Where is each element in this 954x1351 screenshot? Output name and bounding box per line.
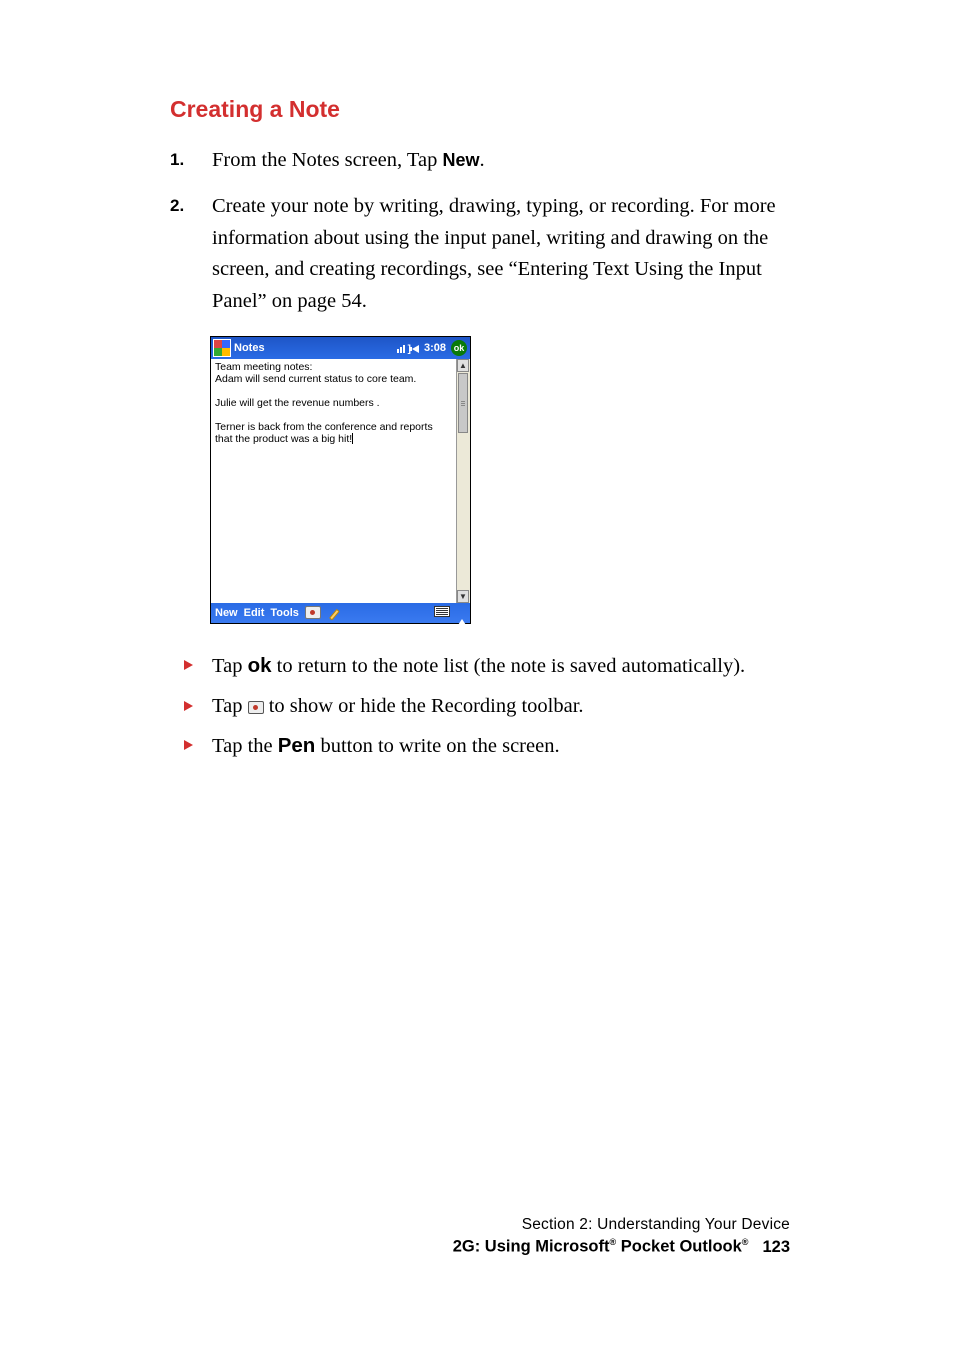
text: to return to the note list (the note is … — [272, 655, 746, 677]
signal-icon[interactable] — [397, 343, 407, 353]
footer-section: Section 2: Understanding Your Device — [170, 1216, 790, 1234]
bullet-icon — [184, 740, 193, 750]
bold: ok — [248, 654, 272, 677]
text: Tap the — [212, 735, 278, 757]
text: Tap — [212, 695, 248, 717]
scroll-thumb[interactable] — [458, 373, 468, 433]
app-title: Notes — [234, 342, 265, 354]
bullet-icon — [184, 660, 193, 670]
scroll-down-icon[interactable]: ▼ — [457, 590, 469, 603]
pocketpc-toolbar: New Edit Tools — [211, 603, 470, 623]
step-2: 2. Create your note by writing, drawing,… — [170, 191, 790, 318]
footer-chapter: 2G: Using Microsoft® Pocket Outlook®123 — [170, 1237, 790, 1257]
scroll-up-icon[interactable]: ▲ — [457, 359, 469, 372]
keyboard-toggle-arrow-icon[interactable] — [454, 607, 468, 619]
keyboard-icon[interactable] — [432, 606, 452, 620]
toolbar-new[interactable]: New — [213, 607, 240, 619]
speaker-icon[interactable] — [412, 345, 419, 353]
embedded-screenshot: Notes 3:08 ok Team meeting notes: Adam w… — [210, 336, 471, 624]
toolbar-tools[interactable]: Tools — [268, 607, 301, 619]
step-number: 2. — [170, 193, 184, 219]
section-heading: Creating a Note — [170, 96, 790, 123]
recording-icon — [248, 701, 264, 714]
tips-list: Tap ok to return to the note list (the n… — [170, 650, 790, 763]
bold: New — [442, 150, 479, 170]
page-number: 123 — [762, 1238, 790, 1256]
note-body[interactable]: Team meeting notes: Adam will send curre… — [211, 359, 470, 603]
step-1: 1. From the Notes screen, Tap New. — [170, 145, 790, 177]
page-footer: Section 2: Understanding Your Device 2G:… — [170, 1216, 790, 1257]
ok-button[interactable]: ok — [451, 340, 467, 356]
pen-icon[interactable] — [325, 604, 343, 621]
step-number: 1. — [170, 147, 184, 173]
steps-list: 1. From the Notes screen, Tap New. 2. Cr… — [170, 145, 790, 318]
text-cursor — [352, 433, 353, 444]
start-flag-icon[interactable] — [213, 339, 231, 357]
tip-pen: Tap the Pen button to write on the scree… — [170, 730, 790, 763]
note-text[interactable]: Team meeting notes: Adam will send curre… — [215, 361, 451, 445]
page-content: Creating a Note 1. From the Notes screen… — [170, 96, 790, 771]
toolbar-edit[interactable]: Edit — [242, 607, 267, 619]
pocketpc-window: Notes 3:08 ok Team meeting notes: Adam w… — [210, 336, 471, 624]
tip-recording: Tap to show or hide the Recording toolba… — [170, 691, 790, 723]
bullet-icon — [184, 701, 193, 711]
scrollbar[interactable]: ▲ ▼ — [456, 359, 470, 603]
text: . — [479, 149, 484, 171]
pocketpc-titlebar: Notes 3:08 ok — [211, 337, 470, 359]
text: button to write on the screen. — [315, 735, 559, 757]
step-body: From the Notes screen, Tap New. — [212, 149, 485, 171]
text: Tap — [212, 655, 248, 677]
bold: Pen — [278, 734, 316, 757]
text: From the Notes screen, Tap — [212, 149, 442, 171]
tip-ok: Tap ok to return to the note list (the n… — [170, 650, 790, 683]
clock: 3:08 — [424, 342, 446, 354]
step-body: Create your note by writing, drawing, ty… — [212, 195, 776, 312]
recording-icon[interactable] — [303, 606, 323, 620]
text: to show or hide the Recording toolbar. — [264, 695, 584, 717]
